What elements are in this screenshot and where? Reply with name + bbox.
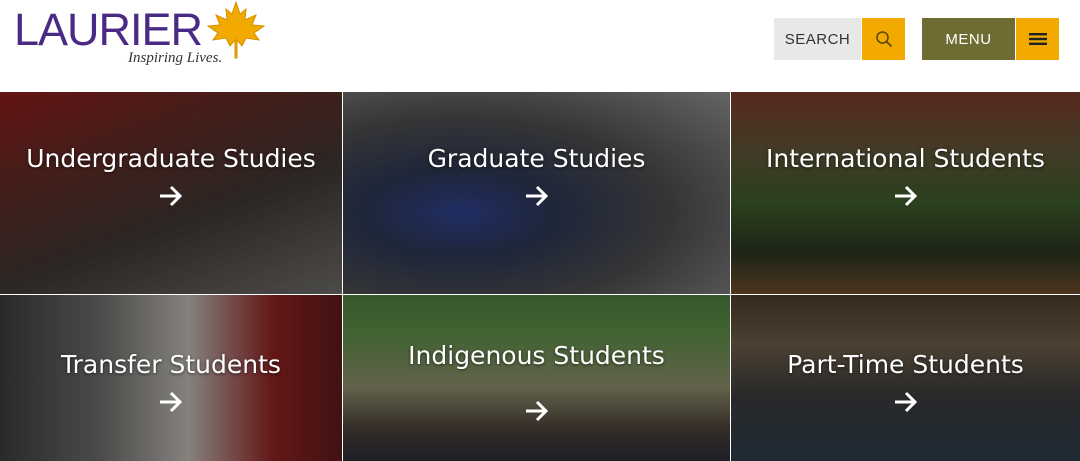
arrow-right-icon <box>160 185 183 207</box>
logo-wordmark: LAURIER <box>14 4 203 55</box>
maple-leaf-icon <box>206 0 266 59</box>
tile-label: Indigenous Students <box>408 341 665 370</box>
arrow-right-icon <box>160 391 183 413</box>
tile-label: Undergraduate Studies <box>26 144 316 173</box>
tile-label: Part-Time Students <box>787 350 1024 379</box>
arrow-right-icon <box>525 185 548 207</box>
menu-icon-button[interactable] <box>1016 18 1059 60</box>
site-header: LAURIER Inspiring Lives. SEARCH MENU <box>0 0 1080 92</box>
arrow-right-icon <box>525 400 548 422</box>
menu-button[interactable]: MENU <box>922 18 1015 60</box>
arrow-right-icon <box>894 391 917 413</box>
tile-indigenous-students[interactable]: Indigenous Students <box>343 295 730 461</box>
tile-transfer-students[interactable]: Transfer Students <box>0 295 342 461</box>
hamburger-icon <box>1028 33 1047 45</box>
tile-label: Transfer Students <box>61 350 281 379</box>
tile-label: Graduate Studies <box>427 144 646 173</box>
tile-undergraduate-studies[interactable]: Undergraduate Studies <box>0 92 342 294</box>
tile-international-students[interactable]: International Students <box>731 92 1080 294</box>
student-category-grid: Undergraduate Studies Graduate Studies I… <box>0 92 1080 461</box>
search-button[interactable]: SEARCH <box>774 18 861 60</box>
search-icon <box>875 31 892 47</box>
tile-label: International Students <box>766 144 1045 173</box>
tile-graduate-studies[interactable]: Graduate Studies <box>343 92 730 294</box>
laurier-logo[interactable]: LAURIER Inspiring Lives. <box>14 0 274 72</box>
tile-part-time-students[interactable]: Part-Time Students <box>731 295 1080 461</box>
arrow-right-icon <box>894 185 917 207</box>
search-icon-button[interactable] <box>862 18 905 60</box>
